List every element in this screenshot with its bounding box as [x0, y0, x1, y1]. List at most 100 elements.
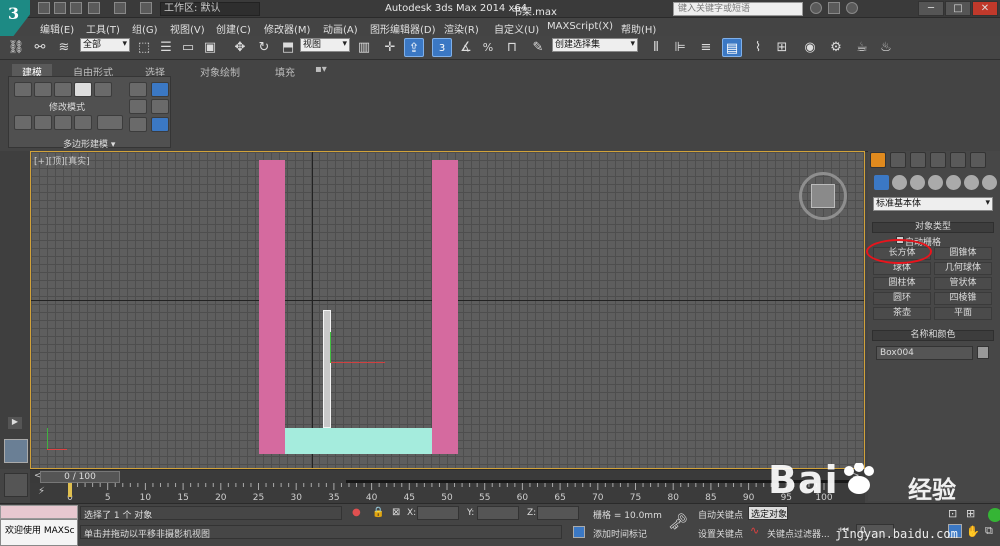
undo-icon[interactable]	[88, 2, 100, 14]
set-key-button[interactable]: 设置关键点	[698, 527, 743, 540]
orbit-icon[interactable]: ✋	[966, 525, 980, 538]
render-setup-icon[interactable]: ⚙	[826, 38, 846, 57]
material-editor-icon[interactable]: ◉	[800, 38, 820, 57]
scale-icon[interactable]: ⬒	[278, 38, 298, 57]
display-tab-icon[interactable]	[950, 152, 966, 168]
viewcube-icon[interactable]	[811, 184, 835, 208]
systems-icon[interactable]	[982, 175, 997, 190]
time-slider-thumb[interactable]: 0 / 100	[40, 471, 120, 483]
tab-populate[interactable]: 填充	[275, 64, 295, 79]
time-tag-icon[interactable]	[573, 526, 585, 538]
ribbon-tool-5[interactable]	[94, 82, 112, 97]
key-filters-button[interactable]: 关键点过滤器...	[767, 527, 830, 540]
geosphere-button[interactable]: 几何球体	[934, 262, 992, 275]
maximize-button[interactable]: □	[945, 1, 971, 16]
add-time-tag[interactable]: 添加时间标记	[593, 527, 647, 540]
bind-spacewarp-icon[interactable]: ≋	[54, 38, 74, 57]
viewport-label[interactable]: [+][顶][真实]	[34, 154, 90, 167]
mirror-icon[interactable]: ⫴	[646, 38, 666, 57]
open-file-icon[interactable]	[54, 2, 66, 14]
close-button[interactable]: ✕	[972, 1, 998, 16]
object-name-input[interactable]: Box004	[876, 346, 973, 360]
ribbon-tool-16[interactable]	[151, 117, 169, 132]
pivot-center-icon[interactable]: ▥	[354, 38, 374, 57]
object-type-rollout-header[interactable]: 对象类型	[872, 222, 994, 233]
x-coord-input[interactable]	[417, 506, 459, 520]
keyboard-shortcut-toggle-icon[interactable]: ⇪	[404, 38, 424, 57]
tab-object-paint[interactable]: 对象绘制	[200, 64, 240, 79]
angle-snap-icon[interactable]: ∡	[456, 38, 476, 57]
ribbon-tool-3[interactable]	[54, 82, 72, 97]
edit-named-selection-icon[interactable]: ✎	[528, 38, 548, 57]
cone-button[interactable]: 圆锥体	[934, 247, 992, 260]
torus-button[interactable]: 圆环	[873, 292, 931, 305]
workspace-dropdown[interactable]: 工作区: 默认	[160, 2, 260, 16]
menu-views[interactable]: 视图(V)	[170, 18, 205, 36]
redo-icon[interactable]	[114, 2, 126, 14]
helpers-icon[interactable]	[946, 175, 961, 190]
menu-animation[interactable]: 动画(A)	[323, 18, 358, 36]
selection-filter-dropdown[interactable]: 全部	[80, 38, 130, 52]
lights-icon[interactable]	[910, 175, 925, 190]
menu-group[interactable]: 组(G)	[132, 18, 158, 36]
reference-coord-dropdown[interactable]: 视图	[300, 38, 350, 52]
ribbon-tool-1[interactable]	[14, 82, 32, 97]
layer-manager-icon[interactable]: ≡	[696, 38, 716, 57]
minimize-button[interactable]: ─	[918, 1, 944, 16]
graphite-toggle-icon[interactable]: ▤	[722, 38, 742, 57]
viewport-layout-icon[interactable]	[4, 439, 28, 463]
window-crossing-icon[interactable]: ▣	[200, 38, 220, 57]
menu-create[interactable]: 创建(C)	[216, 18, 251, 36]
isolate-icon[interactable]: ●	[352, 507, 361, 518]
mini-curve-editor-icon[interactable]: ⚡	[38, 486, 52, 498]
render-production-icon[interactable]: ♨	[876, 38, 896, 57]
menu-customize[interactable]: 自定义(U)	[494, 18, 539, 36]
schematic-view-icon[interactable]: ⊞	[772, 38, 792, 57]
menu-modifiers[interactable]: 修改器(M)	[264, 18, 310, 36]
menu-help[interactable]: 帮助(H)	[621, 18, 656, 36]
ribbon-tool-12[interactable]	[129, 99, 147, 114]
shelf-right-side[interactable]	[432, 160, 458, 454]
maximize-viewport-icon[interactable]: ⧉	[985, 524, 993, 538]
lock-selection-icon[interactable]: 🔒	[372, 507, 384, 518]
unlink-icon[interactable]: ⚯	[30, 38, 50, 57]
create-tab-icon[interactable]	[870, 152, 886, 168]
ribbon-tool-9[interactable]	[74, 115, 92, 130]
time-slider[interactable]: < 0 / 100 >	[30, 469, 865, 483]
modify-tab-icon[interactable]	[890, 152, 906, 168]
utilities-tab-icon[interactable]	[970, 152, 986, 168]
primitive-type-dropdown[interactable]: 标准基本体	[873, 197, 993, 211]
ribbon-tool-7[interactable]	[34, 115, 52, 130]
spinner-snap-icon[interactable]: ⊓	[502, 38, 522, 57]
y-coord-input[interactable]	[477, 506, 519, 520]
select-by-name-icon[interactable]: ☰	[156, 38, 176, 57]
object-color-swatch[interactable]	[977, 346, 989, 359]
name-color-rollout-header[interactable]: 名称和颜色	[872, 330, 994, 341]
ribbon-tool-2[interactable]	[34, 82, 52, 97]
rotate-icon[interactable]: ↻	[254, 38, 274, 57]
menu-tools[interactable]: 工具(T)	[86, 18, 120, 36]
cameras-icon[interactable]	[928, 175, 943, 190]
spacewarps-icon[interactable]	[964, 175, 979, 190]
shelf-bottom-board[interactable]	[285, 428, 432, 454]
search-input[interactable]: 键入关键字或短语	[673, 2, 803, 16]
project-folder-icon[interactable]	[140, 2, 152, 14]
percent-snap-button[interactable]: %	[478, 38, 498, 57]
auto-key-button[interactable]: 自动关键点	[698, 508, 743, 521]
help-icon[interactable]	[846, 2, 858, 14]
shelf-left-side[interactable]	[259, 160, 285, 454]
ribbon-options-icon[interactable]: ▪▾	[315, 64, 327, 75]
ribbon-tool-13[interactable]	[129, 117, 147, 132]
select-object-icon[interactable]: ⬚	[134, 38, 154, 57]
cylinder-button[interactable]: 圆柱体	[873, 277, 931, 290]
absolute-mode-icon[interactable]: ⊠	[392, 507, 400, 518]
menu-graph-editors[interactable]: 图形编辑器(D)	[370, 18, 436, 36]
ribbon-tool-14[interactable]	[151, 82, 169, 97]
ribbon-tool-4[interactable]	[74, 82, 92, 97]
named-selection-dropdown[interactable]: 创建选择集	[552, 38, 638, 52]
subscription-icon[interactable]	[828, 2, 840, 14]
poly-modeling-label[interactable]: 多边形建模 ▾	[63, 137, 115, 150]
top-viewport[interactable]: [+][顶][真实]	[30, 151, 865, 469]
ribbon-tool-10[interactable]	[97, 115, 123, 130]
maxscript-welcome[interactable]: 欢迎使用 MAXSc	[0, 519, 78, 546]
